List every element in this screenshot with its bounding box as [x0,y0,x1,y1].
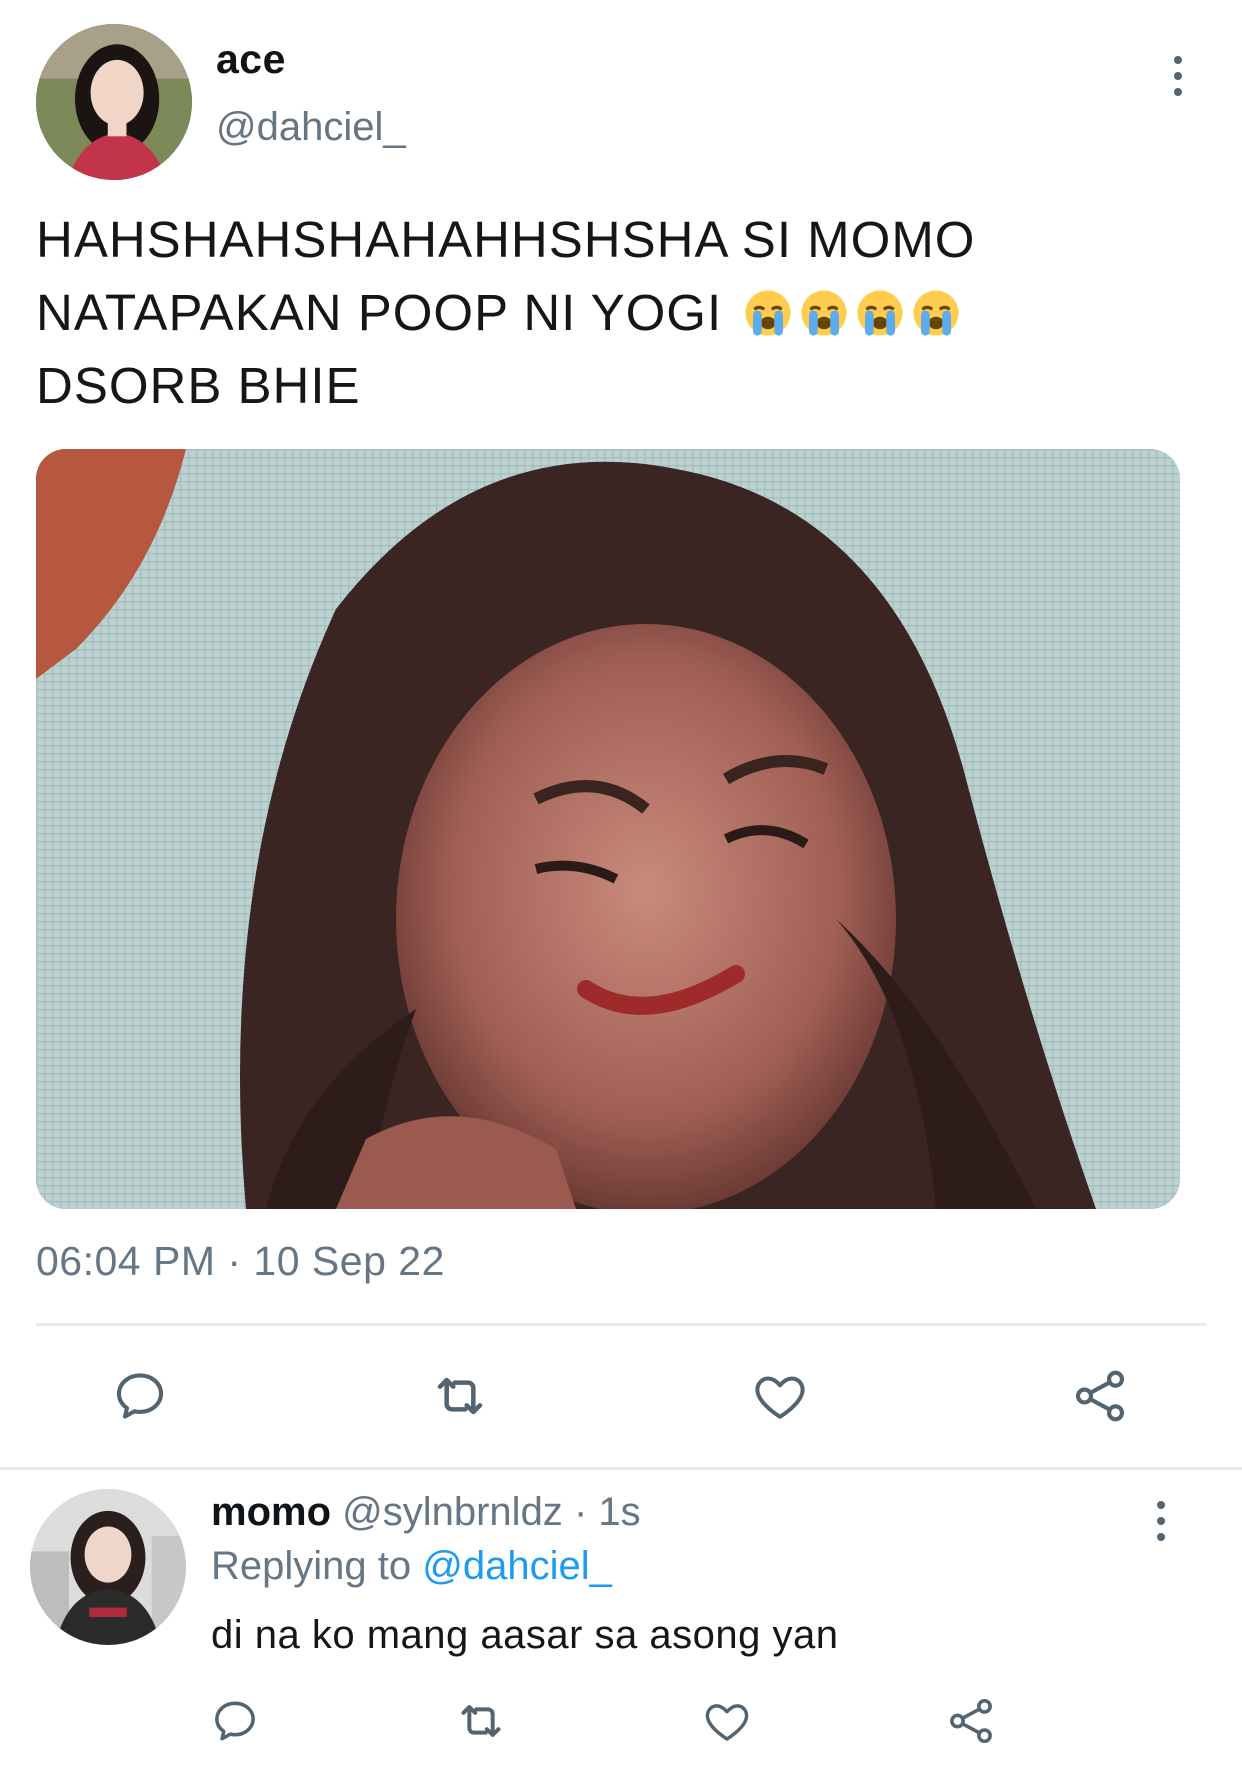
tweet-photo[interactable] [36,449,1180,1209]
author-display-name[interactable]: ace [216,36,286,83]
comment-icon [116,1373,164,1419]
reply-author-handle[interactable]: @sylnbrnldz [342,1490,563,1534]
tweet-text-line: NATAPAKAN POOP NI YOGI 😭😭😭😭 [36,276,1186,349]
divider [36,1323,1206,1326]
tweet-text: HAHSHAHSHAHAHHSHSHA SI MOMO NATAPAKAN PO… [36,203,1186,422]
replying-to-label: Replying to [211,1544,412,1588]
loudly-crying-face-icon [913,290,959,336]
reply-share-button[interactable] [936,1686,1006,1756]
share-icon [950,1698,992,1744]
like-button[interactable] [740,1356,820,1436]
tweet-timestamp[interactable]: 06:04 PM · 10 Sep 22 [36,1238,445,1285]
heart-icon [755,1376,805,1419]
retweet-icon [437,1377,483,1415]
reply-author-display-name[interactable]: momo [211,1490,331,1534]
retweet-icon [461,1705,501,1737]
reply-reply-button[interactable] [200,1686,270,1756]
tweet-action-bar [0,1356,1242,1436]
reply-retweet-button[interactable] [446,1686,516,1756]
loudly-crying-face-icon [745,290,791,336]
divider [0,1467,1242,1470]
reply-text: di na ko mang aasar sa asong yan [211,1613,839,1657]
reply-author-avatar-image [30,1489,186,1645]
more-vertical-icon [1160,50,1196,96]
more-vertical-icon [1143,1495,1179,1541]
comment-icon [215,1701,255,1741]
author-handle[interactable]: @dahciel_ [216,105,406,150]
reply-more-options-button[interactable] [1143,1495,1179,1545]
more-options-button[interactable] [1160,50,1196,100]
reply-author-line: momo @sylnbrnldz · 1s [211,1490,641,1535]
retweet-button[interactable] [420,1356,500,1436]
loudly-crying-face-icon [801,290,847,336]
share-icon [1075,1370,1125,1422]
reply-button[interactable] [100,1356,180,1436]
reply-author-avatar[interactable] [30,1489,186,1645]
reply-action-bar [0,1686,1242,1766]
author-avatar[interactable] [36,24,192,180]
heart-icon [705,1704,749,1741]
author-avatar-image [36,24,192,180]
reply-like-button[interactable] [692,1686,762,1756]
loudly-crying-face-icon [857,290,903,336]
reply-time[interactable]: · 1s [574,1490,641,1534]
share-button[interactable] [1060,1356,1140,1436]
tweet-text-line-part: NATAPAKAN POOP NI YOGI [36,284,723,341]
tweet-text-line: DSORB BHIE [36,357,361,414]
replying-to-link[interactable]: @dahciel_ [422,1544,612,1588]
tweet-photo-image [36,449,1180,1209]
tweet-text-line: HAHSHAHSHAHAHHSHSHA SI MOMO [36,211,976,268]
replying-to-line: Replying to @dahciel_ [211,1544,612,1589]
